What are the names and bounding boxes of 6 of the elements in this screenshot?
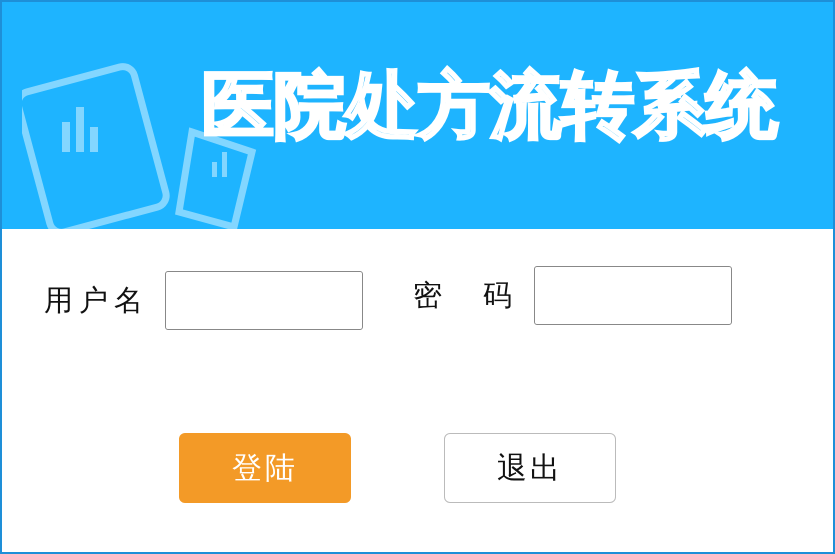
exit-button[interactable]: 退出 (444, 433, 616, 503)
app-title: 医院处方流转系统 (202, 66, 778, 146)
input-field[interactable] (534, 266, 732, 325)
field-label: 密 码 (413, 276, 518, 314)
input-field[interactable] (165, 271, 363, 330)
field-label: 用户名 (44, 282, 149, 319)
